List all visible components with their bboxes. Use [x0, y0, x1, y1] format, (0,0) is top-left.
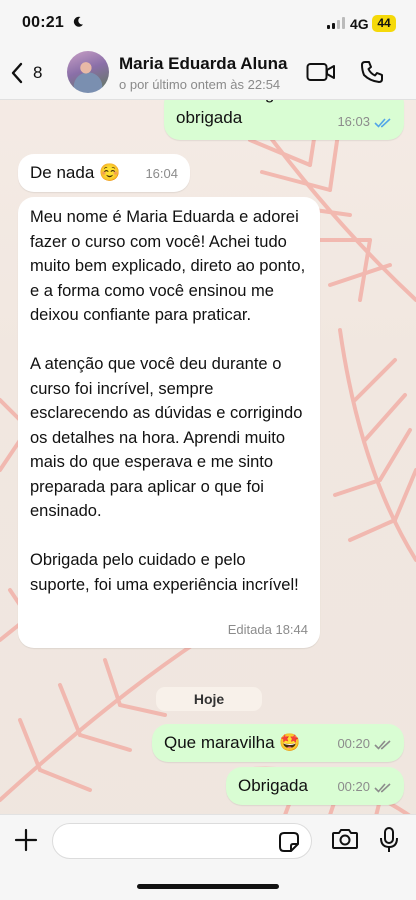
message-bubble-incoming[interactable]: Meu nome é Maria Eduarda e adorei fazer …: [18, 197, 320, 648]
date-separator: Hoje: [156, 687, 262, 711]
message-input[interactable]: [52, 823, 312, 859]
message-meta: Editada 18:44: [228, 618, 308, 642]
unread-count[interactable]: 8: [33, 63, 42, 83]
message-time: 16:04: [145, 166, 178, 181]
microphone-icon[interactable]: [379, 826, 399, 854]
message-text: Meu nome é Maria Eduarda e adorei fazer …: [30, 208, 306, 594]
read-double-check-icon: [374, 117, 391, 128]
message-meta: 16:04: [145, 162, 178, 186]
camera-icon[interactable]: [331, 827, 359, 851]
message-meta: 00:20: [337, 732, 392, 756]
contact-name[interactable]: Maria Eduarda Aluna: [119, 54, 287, 74]
home-indicator[interactable]: [137, 884, 279, 889]
last-seen-status: o por último ontem às 22:54: [119, 77, 281, 92]
video-call-icon[interactable]: [306, 61, 336, 83]
sticker-icon[interactable]: [278, 831, 300, 853]
message-meta: 00:20: [337, 775, 392, 799]
signal-icon: [327, 17, 345, 29]
message-time: 00:20: [337, 736, 370, 751]
message-time: 00:20: [337, 779, 370, 794]
message-meta: 16:03: [337, 110, 392, 134]
chevron-left-icon[interactable]: [10, 62, 24, 84]
phone-call-icon[interactable]: [360, 60, 384, 84]
message-bubble-outgoing[interactable]: Obrigada 00:20: [226, 767, 404, 805]
plus-icon[interactable]: [13, 827, 39, 853]
chat-header: 8 Maria Eduarda Aluna o por último ontem…: [0, 44, 416, 100]
moon-icon: [73, 16, 83, 27]
status-bar: 00:21 4G 44: [0, 0, 416, 44]
network-type: 4G: [350, 16, 369, 32]
message-bubble-outgoing[interactable]: Que maravilha 🤩 00:20: [152, 724, 404, 762]
message-time: 16:03: [337, 114, 370, 129]
delivered-double-check-icon: [374, 782, 391, 793]
message-list: Ta bom te aguardo então obrigada 16:03 D…: [0, 0, 416, 900]
battery-indicator: 44: [372, 15, 396, 32]
message-time: Editada 18:44: [227, 622, 308, 637]
message-bubble-incoming[interactable]: De nada ☺️ 16:04: [18, 154, 190, 192]
avatar[interactable]: [67, 51, 109, 93]
delivered-double-check-icon: [374, 739, 391, 750]
status-time: 00:21: [22, 14, 64, 31]
